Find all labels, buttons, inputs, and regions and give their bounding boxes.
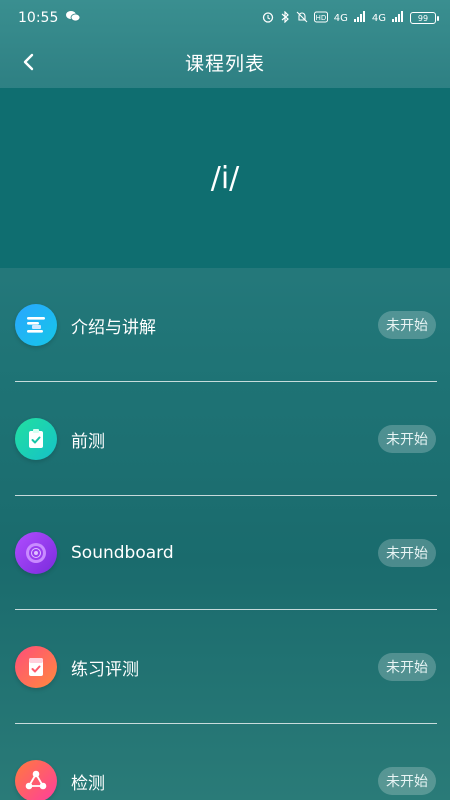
lines-icon [15,304,57,346]
status-badge: 未开始 [378,425,436,453]
battery-icon: 99 [410,12,439,24]
course-list: 介绍与讲解 未开始 前测 未开始 Soundboard 未开始 练习评测 未开始… [0,268,450,800]
alarm-icon [262,11,274,26]
share-nodes-icon [15,760,57,800]
app-header: 课程列表 [0,36,450,88]
svg-text:HD: HD [315,14,326,22]
hd-icon: HD [313,11,328,26]
status-bar: 10:55 HD 4G 4G 99 [0,0,450,36]
status-badge: 未开始 [378,311,436,339]
status-badge: 未开始 [378,539,436,567]
status-time: 10:55 [18,10,59,26]
item-label: 前测 [71,431,105,452]
clipboard-check-icon [15,418,57,460]
item-label: 介绍与讲解 [71,317,156,338]
item-label: Soundboard [71,543,174,563]
list-item[interactable]: 前测 未开始 [0,382,450,496]
signal-icon [392,11,404,25]
signal-icon [353,11,366,25]
wechat-icon [66,10,81,26]
list-item[interactable]: 练习评测 未开始 [0,610,450,724]
notebook-check-icon [15,646,57,688]
item-label: 练习评测 [71,659,139,680]
mute-icon [296,11,308,26]
phoneme-banner: /i/ [0,88,450,268]
list-item[interactable]: Soundboard 未开始 [0,496,450,610]
page-title: 课程列表 [184,52,265,75]
speaker-icon [15,532,57,574]
chevron-left-icon [23,53,34,71]
network-label-1: 4G [333,12,348,24]
item-label: 检测 [71,773,105,794]
list-item[interactable]: 介绍与讲解 未开始 [0,268,450,382]
battery-level: 99 [417,13,429,23]
status-badge: 未开始 [378,767,436,795]
back-button[interactable] [14,48,42,76]
bluetooth-icon [280,10,290,26]
phoneme-text: /i/ [210,160,240,196]
status-badge: 未开始 [378,653,436,681]
list-item[interactable]: 检测 未开始 [0,724,450,800]
network-label-2: 4G [371,12,386,24]
